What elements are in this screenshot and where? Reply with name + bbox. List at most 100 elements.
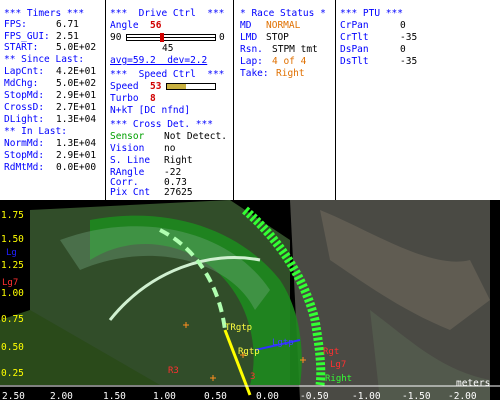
stopmd-label: StopMd: (4, 90, 45, 101)
in-last-header: ** In Last: (4, 126, 67, 137)
dspan-value: 0 (400, 44, 406, 55)
lmd-label: LMD (240, 32, 258, 43)
fps-value: 6.71 (56, 19, 79, 30)
crpan-label: CrPan (340, 20, 369, 31)
fps-label: FPS: (4, 19, 27, 30)
marker-lg7b: Lg7 (330, 360, 347, 370)
md-label: MD (240, 20, 252, 31)
marker-trgtp: TRgtp (225, 323, 253, 333)
marker-right: Right (325, 374, 353, 384)
units-label: meters (456, 378, 491, 389)
pixcnt-value: 27625 (164, 187, 193, 198)
speed-value: 53 (150, 81, 162, 92)
start-label: START: (4, 42, 39, 53)
y-tick: 0.25 (1, 368, 24, 379)
mdchg-label: MdChg: (4, 78, 39, 89)
race-status-panel: * Race Status * MD NORMAL LMD STOP Rsn. … (234, 0, 336, 200)
crossd-value: 2.7E+01 (56, 102, 97, 113)
x-tick: -2.00 (448, 391, 477, 402)
lmd-value: STOP (266, 32, 289, 43)
x-tick: 1.50 (103, 391, 126, 402)
take-label: Take: (240, 68, 269, 79)
x-tick: 2.50 (2, 391, 25, 402)
turbo-label: Turbo (110, 93, 139, 104)
y-tick: 1.50 (1, 234, 24, 245)
rdmtmd-label: RdMtMd: (4, 162, 45, 173)
fps-gui-label: FPS_GUI: (4, 31, 50, 42)
lapcnt-value: 4.2E+01 (56, 66, 97, 77)
dlight-label: DLight: (4, 114, 45, 125)
start-value: 5.0E+02 (56, 42, 97, 53)
x-tick: 0.50 (204, 391, 227, 402)
sensor-label: Sensor (110, 131, 145, 142)
x-tick: 2.00 (50, 391, 73, 402)
y-tick: 0.50 (1, 342, 24, 353)
rsn-label: Rsn. (240, 44, 263, 55)
x-tick: 1.00 (153, 391, 176, 402)
crossd-label: CrossD: (4, 102, 45, 113)
dstilt-label: DsTlt (340, 56, 369, 67)
normmd-value: 1.3E+04 (56, 138, 97, 149)
sensor-value: Not Detect. (164, 131, 227, 142)
crpan-value: 0 (400, 20, 406, 31)
lapcnt-label: LapCnt: (4, 66, 45, 77)
camera-viewport: 1.75 1.50 1.25 1.00 0.75 0.50 0.25 Lg Lg… (0, 200, 500, 400)
rdmtmd-value: 0.0E+00 (56, 162, 97, 173)
speed-header: *** Speed Ctrl *** (110, 69, 225, 80)
y-tick: 1.00 (1, 288, 24, 299)
y-tick: 1.25 (1, 260, 24, 271)
dlight-value: 1.3E+04 (56, 114, 97, 125)
speed-bar-fill (167, 84, 187, 89)
normmd-label: NormMd: (4, 138, 45, 149)
cross-header: *** Cross Det. *** (110, 119, 213, 130)
marker-rgtp: Rgtp (238, 347, 260, 357)
angle-slider-line (127, 37, 215, 38)
md-value: NORMAL (266, 20, 301, 31)
track-view (0, 200, 500, 400)
angle-scale-min: 90 (110, 32, 122, 43)
x-tick: 0.00 (256, 391, 279, 402)
crtilt-label: CrTlt (340, 32, 369, 43)
angle-scale-max: 0 (219, 32, 225, 43)
x-tick: -1.00 (352, 391, 381, 402)
fps-gui-value: 2.51 (56, 31, 79, 42)
avg-dev-text: avg=59.2 dev=2.2 (110, 55, 208, 66)
since-last-header: ** Since Last: (4, 54, 85, 65)
x-tick: -1.50 (402, 391, 431, 402)
mdchg-value: 5.0E+02 (56, 78, 97, 89)
marker-lg7: Lg7 (2, 278, 19, 288)
stopmd2-label: StopMd: (4, 150, 45, 161)
vision-label: Vision (110, 143, 145, 154)
nkt-text: N+kT [DC nfnd] (110, 105, 191, 116)
turbo-value: 8 (150, 93, 156, 104)
y-tick: 1.75 (1, 210, 24, 221)
angle-label: Angle (110, 20, 139, 31)
x-tick: -0.50 (300, 391, 329, 402)
speed-bar (166, 83, 216, 90)
take-value: Right (276, 68, 305, 79)
angle-slider-knob (160, 33, 165, 42)
dspan-label: DsPan (340, 44, 369, 55)
ptu-panel: *** PTU *** CrPan 0 CrTlt -35 DsPan 0 Ds… (336, 0, 500, 200)
marker-lg: Lg (6, 248, 17, 258)
pixcnt-label: Pix Cnt (110, 187, 151, 198)
speed-label: Speed (110, 81, 139, 92)
marker-3: 3 (250, 372, 256, 382)
sline-label: S. Line (110, 155, 151, 166)
timers-header: *** Timers *** (4, 8, 85, 19)
stopmd-value: 2.9E+01 (56, 90, 97, 101)
marker-r3: R3 (168, 366, 179, 376)
vision-value: no (164, 143, 176, 154)
dstilt-value: -35 (400, 56, 418, 67)
angle-scale-mid: 45 (162, 43, 174, 54)
angle-value: 56 (150, 20, 162, 31)
rsn-value: STPM tmt (272, 44, 318, 55)
crtilt-value: -35 (400, 32, 418, 43)
angle-slider (126, 33, 216, 42)
sline-value: Right (164, 155, 193, 166)
lap-label: Lap: (240, 56, 263, 67)
lap-value: 4 of 4 (272, 56, 307, 67)
marker-rgt: Rgt (323, 347, 340, 357)
marker-lgtp: Lgtp (272, 338, 294, 348)
timers-panel: *** Timers *** FPS: 6.71 FPS_GUI: 2.51 S… (0, 0, 106, 200)
